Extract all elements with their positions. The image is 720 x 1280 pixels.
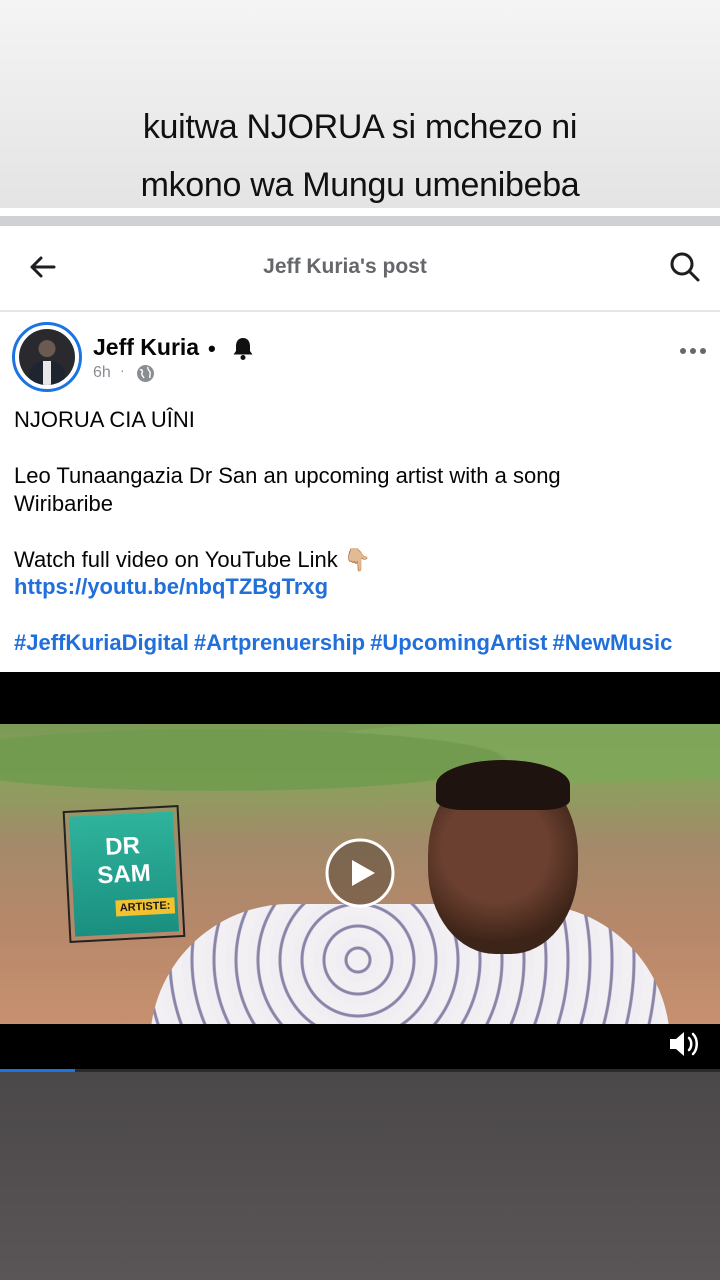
caption-line-2: mkono wa Mungu umenibeba — [140, 166, 580, 204]
time-separator: · — [120, 362, 125, 378]
divider-grey — [0, 216, 720, 226]
play-icon — [325, 838, 395, 908]
post-text-heading: NJORUA CIA UÎNI — [14, 407, 195, 432]
more-options-button[interactable] — [676, 340, 710, 362]
caption-banner: kuitwa NJORUA si mchezo ni mkono wa Mung… — [0, 0, 720, 208]
search-icon — [670, 252, 700, 282]
divider — [0, 208, 720, 216]
post-text-body: Leo Tunaangazia Dr San an upcoming artis… — [14, 463, 561, 516]
post-time[interactable]: 6h — [93, 364, 111, 382]
hashtags[interactable]: #JeffKuriaDigital #Artprenuership #Upcom… — [14, 630, 672, 656]
page-title: Jeff Kuria's post — [263, 255, 427, 278]
post-header-bar: Jeff Kuria's post — [0, 226, 720, 312]
bell-icon — [233, 338, 253, 360]
badge-tag: ARTISTE: — [115, 897, 175, 917]
play-button[interactable] — [325, 838, 395, 908]
person-shirt — [150, 904, 670, 1024]
globe-icon — [136, 364, 155, 383]
post-text-watch: Watch full video on YouTube Link 👇🏼 — [14, 547, 372, 572]
youtube-link[interactable]: https://youtu.be/nbqTZBgTrxg — [14, 574, 328, 600]
badge-line-2: SAM — [96, 859, 152, 890]
author-name[interactable]: Jeff Kuria — [93, 334, 199, 361]
caption-line-1: kuitwa NJORUA si mchezo ni — [142, 108, 578, 146]
search-button[interactable] — [666, 248, 704, 286]
volume-button[interactable] — [664, 1026, 704, 1062]
more-horizontal-icon — [680, 348, 706, 354]
avatar[interactable] — [12, 322, 82, 392]
speaker-icon — [670, 1032, 698, 1056]
background-area — [0, 1072, 720, 1280]
follow-bell-button[interactable] — [230, 335, 256, 361]
badge-line-1: DR — [104, 832, 141, 861]
avatar-image — [19, 329, 75, 385]
artist-badge: DR SAM ARTISTE: — [62, 805, 186, 943]
separator-dot: • — [208, 336, 216, 361]
